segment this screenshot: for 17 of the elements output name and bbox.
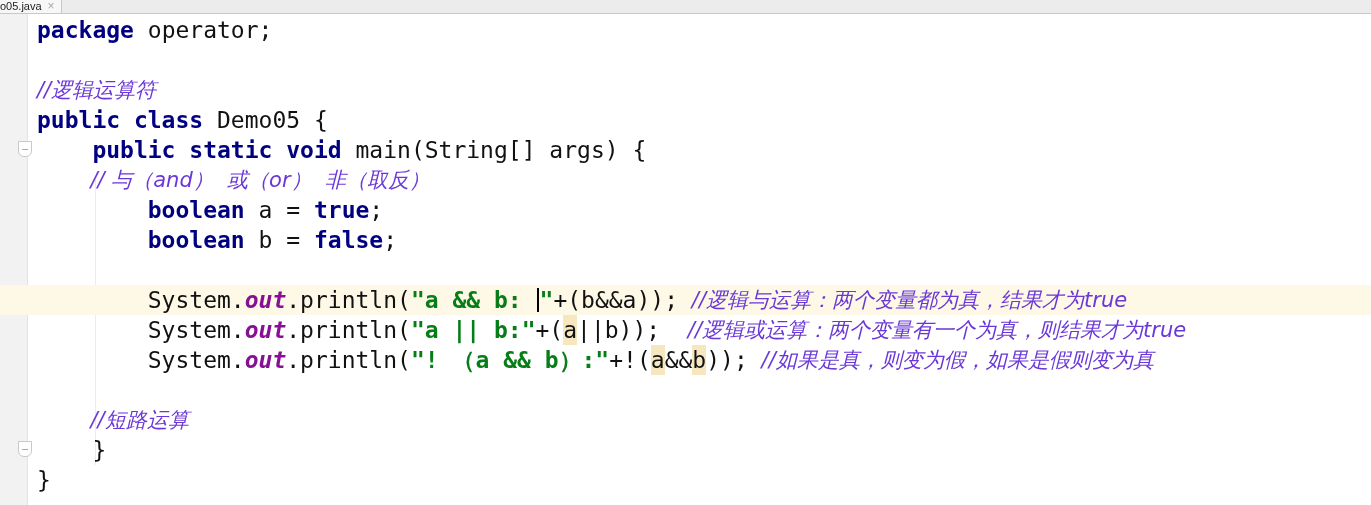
code-line: boolean b = false; bbox=[146, 226, 398, 255]
code-line: // 与（and） 或（or） 非（取反） bbox=[88, 167, 430, 194]
code-line: System.out.println("! （a && b）:"+!(a&&b)); //如果是真，则变为假，如果是假则变为真 bbox=[146, 345, 1154, 375]
tab-label: o05.java bbox=[0, 0, 42, 12]
fold-icon[interactable] bbox=[18, 141, 32, 157]
text-caret bbox=[536, 288, 539, 312]
code-line: public static void main(String[] args) { bbox=[91, 136, 647, 165]
code-line: boolean a = true; bbox=[146, 196, 384, 225]
code-line: package operator; bbox=[37, 16, 273, 45]
code-line: public class Demo05 { bbox=[37, 106, 328, 135]
editor-tab[interactable]: o05.java × bbox=[0, 0, 62, 13]
code-line: //逻辑运算符 bbox=[37, 77, 157, 104]
fold-icon[interactable] bbox=[18, 441, 32, 457]
code-line: } bbox=[37, 466, 51, 495]
code-line: System.out.println("a && b: "+(b&&a)); //逻辑与运算：两个变量都为真，结果才为true bbox=[146, 286, 1128, 315]
code-line: } bbox=[91, 436, 107, 465]
code-line: System.out.println("a || b:"+(a||b)); //逻辑或运算：两个变量有一个为真，则结果才为true bbox=[146, 315, 1187, 345]
